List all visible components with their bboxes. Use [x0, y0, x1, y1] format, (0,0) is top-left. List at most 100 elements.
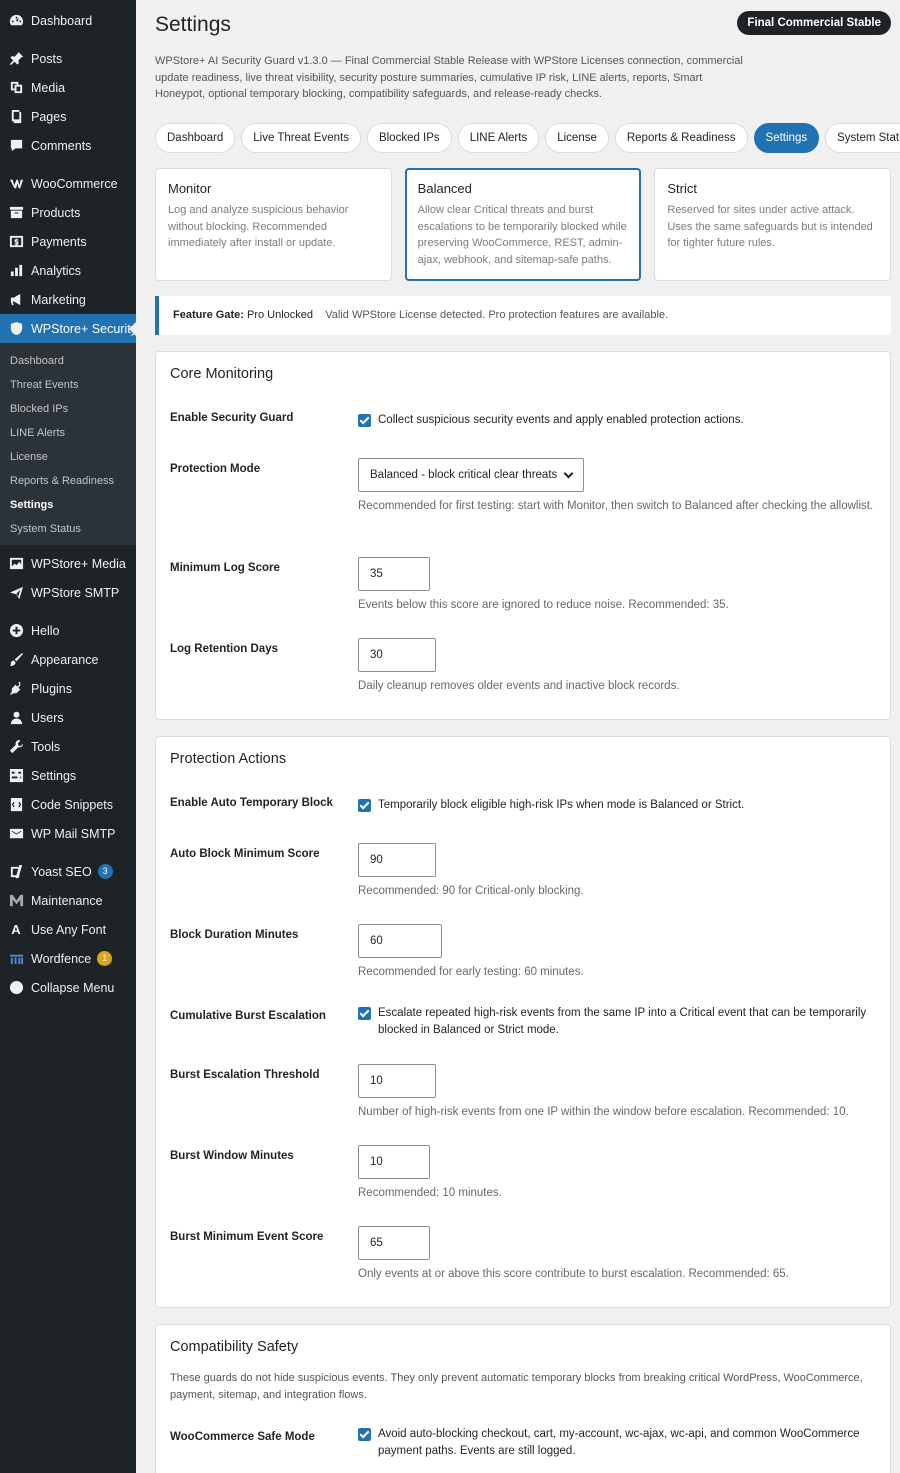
sidebar-item-appearance[interactable]: Appearance: [0, 645, 136, 674]
setting-label: Minimum Log Score: [170, 562, 280, 574]
submenu-item-dashboard[interactable]: Dashboard: [0, 349, 136, 373]
burst-threshold-input[interactable]: 10: [358, 1064, 436, 1098]
checkbox-text: Escalate repeated high-risk events from …: [378, 1007, 867, 1036]
sidebar-item-wpstore-security[interactable]: WPStore+ Security: [0, 314, 137, 343]
min-log-score-input[interactable]: 35: [358, 557, 430, 591]
auto-block-min-score-input[interactable]: 90: [358, 843, 436, 877]
tab-reports-readiness[interactable]: Reports & Readiness: [614, 123, 748, 153]
sidebar-item-payments[interactable]: Payments: [0, 227, 136, 256]
collapse-icon: [8, 980, 24, 996]
sidebar-item-marketing[interactable]: Marketing: [0, 285, 136, 314]
enable-guard-checkbox[interactable]: Collect suspicious security events and a…: [358, 412, 878, 429]
sidebar-item-posts[interactable]: Posts: [0, 44, 136, 73]
mode-card-strict[interactable]: Strict Reserved for sites under active a…: [654, 168, 892, 281]
checkbox-checked-icon[interactable]: [358, 414, 371, 427]
sidebar-item-label: Media: [31, 80, 66, 95]
sidebar-item-label: Yoast SEO: [31, 864, 92, 879]
sidebar-item-dashboard[interactable]: Dashboard: [0, 6, 136, 35]
notification-badge: 1: [97, 951, 113, 966]
submenu-item-system-status[interactable]: System Status: [0, 517, 136, 541]
protection-actions-card: Protection Actions Enable Auto Temporary…: [155, 736, 891, 1308]
sidebar-item-label: Pages: [31, 109, 67, 124]
sidebar-item-products[interactable]: Products: [0, 198, 136, 227]
sidebar-item-tools[interactable]: Tools: [0, 732, 136, 761]
mode-card-balanced[interactable]: Balanced Allow clear Critical threats an…: [404, 168, 642, 281]
dashboard-icon: [8, 13, 24, 29]
sidebar-item-comments[interactable]: Comments: [0, 131, 136, 160]
log-retention-input[interactable]: 30: [358, 638, 436, 672]
tab-license[interactable]: License: [545, 123, 609, 153]
archive-icon: [8, 205, 24, 221]
comment-icon: [8, 138, 24, 154]
mode-title: Strict: [667, 181, 697, 196]
sidebar-item-wordfence[interactable]: Wordfence 1: [0, 944, 136, 973]
sidebar-item-code-snippets[interactable]: Code Snippets: [0, 790, 136, 819]
submenu-item-reports[interactable]: Reports & Readiness: [0, 469, 136, 493]
help-text: Only events at or above this score contr…: [358, 1268, 789, 1280]
shield-icon: [8, 321, 24, 337]
sidebar-item-plugins[interactable]: Plugins: [0, 674, 136, 703]
help-text: Recommended for early testing: 60 minute…: [358, 966, 584, 978]
mode-card-monitor[interactable]: Monitor Log and analyze suspicious behav…: [155, 168, 392, 281]
sidebar-item-wpstore-media[interactable]: WPStore+ Media: [0, 549, 136, 578]
wordfence-icon: [8, 951, 24, 967]
notification-badge: 3: [97, 864, 113, 879]
submenu-item-settings[interactable]: Settings: [0, 493, 136, 517]
tab-dashboard[interactable]: Dashboard: [155, 123, 236, 153]
sidebar-item-woocommerce[interactable]: WooCommerce: [0, 169, 136, 198]
sidebar-item-collapse-menu[interactable]: Collapse Menu: [0, 973, 136, 1002]
block-duration-input[interactable]: 60: [358, 924, 442, 958]
tab-line-alerts[interactable]: LINE Alerts: [457, 123, 540, 153]
setting-label: Burst Window Minutes: [170, 1150, 294, 1162]
sidebar-item-maintenance[interactable]: Maintenance: [0, 886, 136, 915]
submenu-item-line-alerts[interactable]: LINE Alerts: [0, 421, 136, 445]
protection-mode-select[interactable]: Balanced - block critical clear threats: [358, 458, 584, 492]
wrench-icon: [8, 739, 24, 755]
submenu-item-threat-events[interactable]: Threat Events: [0, 373, 136, 397]
checkbox-checked-icon[interactable]: [358, 1007, 371, 1020]
sidebar-item-yoast-seo[interactable]: Yoast SEO 3: [0, 857, 136, 886]
submenu-item-license[interactable]: License: [0, 445, 136, 469]
setting-label: Protection Mode: [170, 463, 261, 475]
mode-description: Allow clear Critical threats and burst e…: [417, 204, 627, 266]
sidebar-item-label: Tools: [31, 739, 61, 754]
sidebar-item-wpstore-smtp[interactable]: WPStore SMTP: [0, 578, 136, 607]
sidebar-item-settings[interactable]: Settings: [0, 761, 136, 790]
checkbox-checked-icon[interactable]: [358, 1428, 371, 1441]
tab-system-status[interactable]: System Status: [825, 123, 900, 153]
burst-min-event-score-input[interactable]: 65: [358, 1226, 430, 1260]
woocommerce-safe-mode-checkbox[interactable]: Avoid auto-blocking checkout, cart, my-a…: [358, 1426, 878, 1460]
tab-blocked-ips[interactable]: Blocked IPs: [366, 123, 452, 153]
sidebar-item-use-any-font[interactable]: A Use Any Font: [0, 915, 136, 944]
tab-settings[interactable]: Settings: [753, 123, 820, 153]
sidebar-item-hello[interactable]: Hello: [0, 616, 136, 645]
admin-sidebar: Dashboard Posts Media Pages Comments Woo…: [0, 0, 137, 1473]
mode-title: Balanced: [417, 181, 472, 196]
sidebar-item-label: WPStore+ Security: [31, 321, 137, 336]
sidebar-item-label: Wordfence: [31, 951, 92, 966]
sidebar-item-label: Marketing: [31, 292, 86, 307]
pin-icon: [8, 51, 24, 67]
burst-escalation-checkbox[interactable]: Escalate repeated high-risk events from …: [358, 1005, 878, 1039]
checkbox-checked-icon[interactable]: [358, 799, 371, 812]
sidebar-item-media[interactable]: Media: [0, 73, 136, 102]
release-badge: Final Commercial Stable: [737, 11, 891, 35]
sidebar-item-label: Users: [31, 710, 64, 725]
card-title: Compatibility Safety: [170, 1339, 299, 1355]
sidebar-item-label: Products: [31, 205, 81, 220]
sidebar-item-wp-mail-smtp[interactable]: WP Mail SMTP: [0, 819, 136, 848]
sidebar-item-label: Use Any Font: [31, 922, 107, 937]
tab-live-threat-events[interactable]: Live Threat Events: [241, 123, 361, 153]
burst-window-input[interactable]: 10: [358, 1145, 430, 1179]
setting-label: WooCommerce Safe Mode: [170, 1431, 315, 1443]
sidebar-item-users[interactable]: Users: [0, 703, 136, 732]
sidebar-item-analytics[interactable]: Analytics: [0, 256, 136, 285]
sidebar-item-pages[interactable]: Pages: [0, 102, 136, 131]
sidebar-item-label: Dashboard: [31, 13, 93, 28]
submenu-item-blocked-ips[interactable]: Blocked IPs: [0, 397, 136, 421]
font-icon: A: [11, 922, 21, 937]
help-text: Recommended: 10 minutes.: [358, 1187, 502, 1199]
code-icon: [8, 797, 24, 813]
auto-block-checkbox[interactable]: Temporarily block eligible high-risk IPs…: [358, 797, 878, 814]
setting-label: Cumulative Burst Escalation: [170, 1010, 326, 1022]
